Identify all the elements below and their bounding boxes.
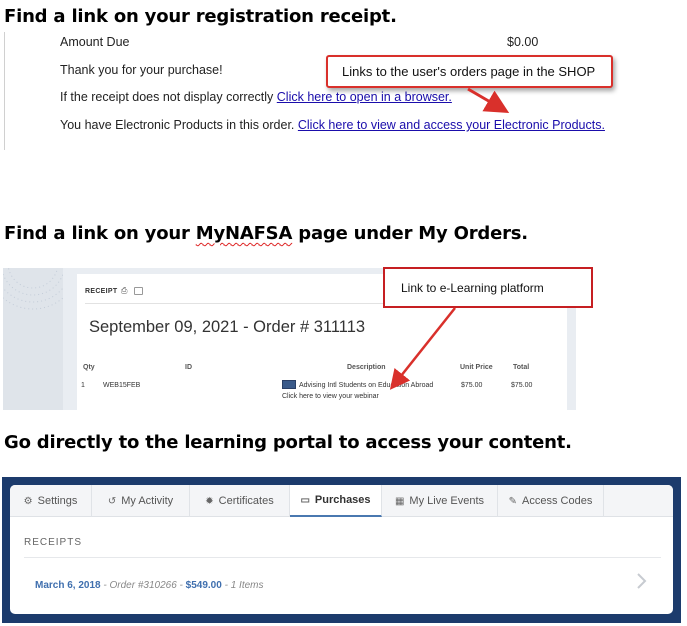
elearning-arrow xyxy=(389,307,456,390)
tab-label: Settings xyxy=(37,495,78,507)
learning-portal-frame: ⚙ Settings ↺ My Activity ✹ Certificates ▭ Pu… xyxy=(2,477,681,623)
certificate-icon: ✹ xyxy=(205,495,214,507)
receipt-order: - Order #310266 - xyxy=(100,580,186,591)
receipt-date: March 6, 2018 xyxy=(35,580,101,591)
edit-icon: ✎ xyxy=(508,495,518,507)
tab-settings[interactable]: ⚙ Settings xyxy=(10,485,92,517)
receipt-price: $549.00 xyxy=(185,580,222,591)
divider xyxy=(24,557,661,558)
shop-arrow xyxy=(467,87,510,114)
receipt-items: - 1 Items xyxy=(221,580,264,591)
calendar-icon: ▦ xyxy=(394,495,405,507)
tab-purchases[interactable]: ▭ Purchases xyxy=(290,485,382,517)
tab-my-activity[interactable]: ↺ My Activity xyxy=(92,485,190,517)
tab-label: Certificates xyxy=(218,495,274,507)
tab-label: Access Codes xyxy=(522,495,593,507)
tab-label: My Live Events xyxy=(409,495,485,507)
tab-label: My Activity xyxy=(121,495,174,507)
chevron-right-icon[interactable] xyxy=(636,572,648,590)
tab-label: Purchases xyxy=(314,494,371,506)
tab-bar: ⚙ Settings ↺ My Activity ✹ Certificates ▭ Pu… xyxy=(10,485,673,517)
credit-card-icon: ▭ xyxy=(300,494,310,506)
receipts-heading: RECEIPTS xyxy=(24,537,83,548)
tab-certificates[interactable]: ✹ Certificates xyxy=(190,485,290,517)
receipt-row[interactable]: March 6, 2018 - Order #310266 - $549.00 … xyxy=(35,580,264,591)
tab-my-live-events[interactable]: ▦ My Live Events xyxy=(382,485,498,517)
history-icon: ↺ xyxy=(107,495,117,507)
tab-access-codes[interactable]: ✎ Access Codes xyxy=(498,485,604,517)
purchases-card: ⚙ Settings ↺ My Activity ✹ Certificates ▭ Pu… xyxy=(10,485,673,614)
gear-icon: ⚙ xyxy=(23,495,33,507)
